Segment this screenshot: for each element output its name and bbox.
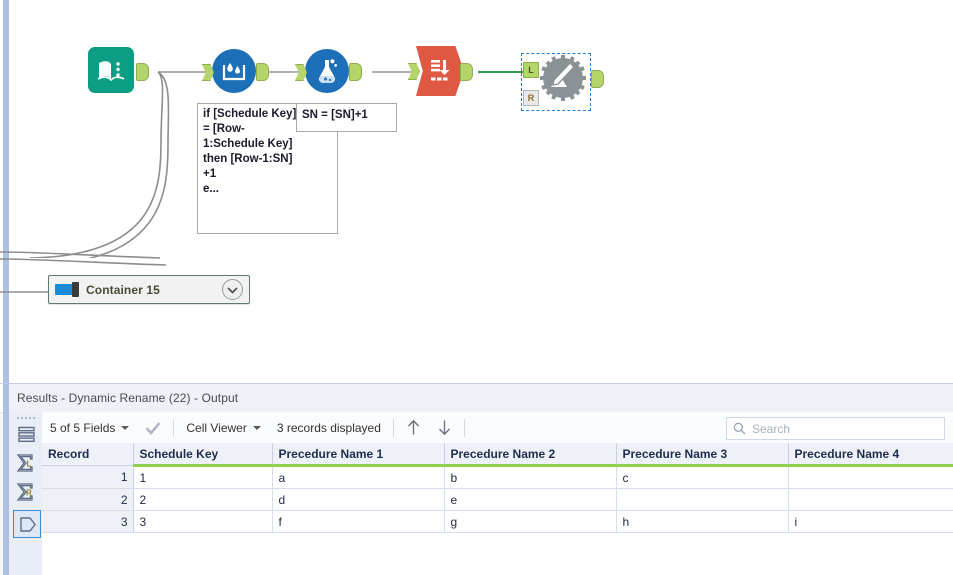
fields-dropdown[interactable]: 5 of 5 Fields [42,421,137,435]
check-button[interactable] [137,421,169,435]
table-row[interactable]: 2 2 d e [42,488,953,511]
sum-right-icon: R [16,483,33,501]
cell-precedure-name-2[interactable]: e [444,488,617,511]
check-icon [145,421,161,435]
chevron-down-icon[interactable] [121,425,130,430]
sidebar-item-output-anchor[interactable] [13,510,41,538]
cell-precedure-name-2[interactable]: g [444,510,617,533]
wire-crosstab-to-rename [478,71,526,73]
output-anchor-dynamic-rename[interactable] [591,70,604,88]
crosstab-icon [416,46,464,96]
alteryx-window: L R if [Schedule Key] = [Row- 1:Schedule… [0,0,953,575]
column-header-precedure-name-1[interactable]: Precedure Name 1 [272,443,445,467]
column-header-precedure-name-3[interactable]: Precedure Name 3 [616,443,789,467]
column-header-precedure-name-2[interactable]: Precedure Name 2 [444,443,617,467]
sum-left-icon: L [16,454,33,472]
fields-label: 5 of 5 Fields [50,420,116,435]
tool-container[interactable]: Container 15 [48,275,250,304]
cell-precedure-name-3[interactable] [616,488,789,511]
cell-precedure-name-3[interactable]: c [616,465,789,489]
input-anchor-left-label[interactable]: L [523,62,539,78]
view-mode-label: Cell Viewer [186,420,247,435]
workflow-canvas[interactable]: L R if [Schedule Key] = [Row- 1:Schedule… [0,0,953,383]
toolbar-divider-2 [392,418,394,437]
results-table: Record Schedule Key Precedure Name 1 Pre… [42,443,953,533]
cell-record: 2 [42,488,134,511]
cell-record: 3 [42,510,134,533]
tool-data-cleansing[interactable] [202,49,269,93]
search-input[interactable]: Search [752,422,790,436]
results-panel: Results - Dynamic Rename (22) - Output L [0,383,953,575]
cell-record: 1 [42,465,134,489]
column-header-schedule-key[interactable]: Schedule Key [133,443,273,467]
rows-icon [17,426,35,442]
cell-schedule-key[interactable]: 3 [133,510,273,533]
book-icon [88,47,134,93]
records-displayed-label: 3 records displayed [276,420,381,435]
output-anchor-multi-row-formula[interactable] [349,63,362,81]
cell-precedure-name-1[interactable]: d [272,488,445,511]
output-anchor-input-data[interactable] [136,63,149,81]
sidebar-item-messages[interactable] [13,421,39,447]
cell-precedure-name-1[interactable]: f [272,510,445,533]
sidebar-item-sum-left[interactable]: L [13,450,39,476]
svg-text:R: R [26,489,32,498]
results-toolbar: 5 of 5 Fields Cell Viewer 3 records disp… [42,412,953,444]
container-label: Container 15 [86,282,160,297]
results-title: Results - Dynamic Rename (22) - Output [17,391,239,405]
tool-dynamic-rename[interactable]: L R [523,52,604,106]
scroll-down-button[interactable] [429,419,460,436]
chevron-down-icon[interactable] [222,279,243,300]
tool-multi-row-formula[interactable] [295,49,362,93]
input-anchor-right-label[interactable]: R [523,90,539,106]
sidebar-drag-handle[interactable] [17,415,35,420]
output-anchor-icon [19,516,36,532]
looping-wire-tails [0,251,167,266]
arrow-up-icon [407,419,419,435]
cell-precedure-name-1[interactable]: a [272,465,445,489]
search-container[interactable]: Search [726,417,945,440]
chevron-down-icon[interactable] [252,425,261,430]
table-row[interactable]: 1 1 a b c [42,465,953,489]
wire-cleansing-to-formula [264,71,302,73]
sidebar-item-sum-right[interactable]: R [13,479,39,505]
cell-precedure-name-3[interactable]: h [616,510,789,533]
output-anchor-data-cleansing[interactable] [256,63,269,81]
table-row[interactable]: 3 3 f g h i [42,510,953,533]
tool-cross-tab[interactable] [408,46,473,96]
column-header-record[interactable]: Record [42,443,134,466]
output-anchor-cross-tab[interactable] [460,63,473,81]
results-grid[interactable]: Record Schedule Key Precedure Name 1 Pre… [42,443,953,575]
search-icon [733,422,746,435]
arrow-down-icon [438,420,450,436]
gear-pencil-icon [537,52,589,104]
flask-icon [305,49,349,93]
wire-formula-to-crosstab [372,71,414,73]
water-droplet-icon [212,49,256,93]
annotation-sn: SN = [SN]+1 [296,103,397,132]
svg-text:L: L [27,460,32,469]
cell-precedure-name-4[interactable] [788,488,953,511]
toolbar-divider [173,418,175,437]
cell-schedule-key[interactable]: 2 [133,488,273,511]
view-mode-dropdown[interactable]: Cell Viewer [178,421,268,435]
column-header-precedure-name-4[interactable]: Precedure Name 4 [788,443,953,467]
scroll-up-button[interactable] [398,419,429,436]
table-header-row: Record Schedule Key Precedure Name 1 Pre… [42,443,953,467]
cell-precedure-name-4[interactable]: i [788,510,953,533]
cell-precedure-name-4[interactable] [788,465,953,489]
cell-precedure-name-2[interactable]: b [444,465,617,489]
results-title-bar: Results - Dynamic Rename (22) - Output [0,384,953,413]
tool-input-data[interactable] [88,47,149,93]
looping-wires [29,71,170,258]
results-sidebar: L R [9,412,43,575]
container-toggle-icon [55,282,79,297]
cell-schedule-key[interactable]: 1 [133,465,273,489]
toolbar-divider-3 [463,418,465,437]
